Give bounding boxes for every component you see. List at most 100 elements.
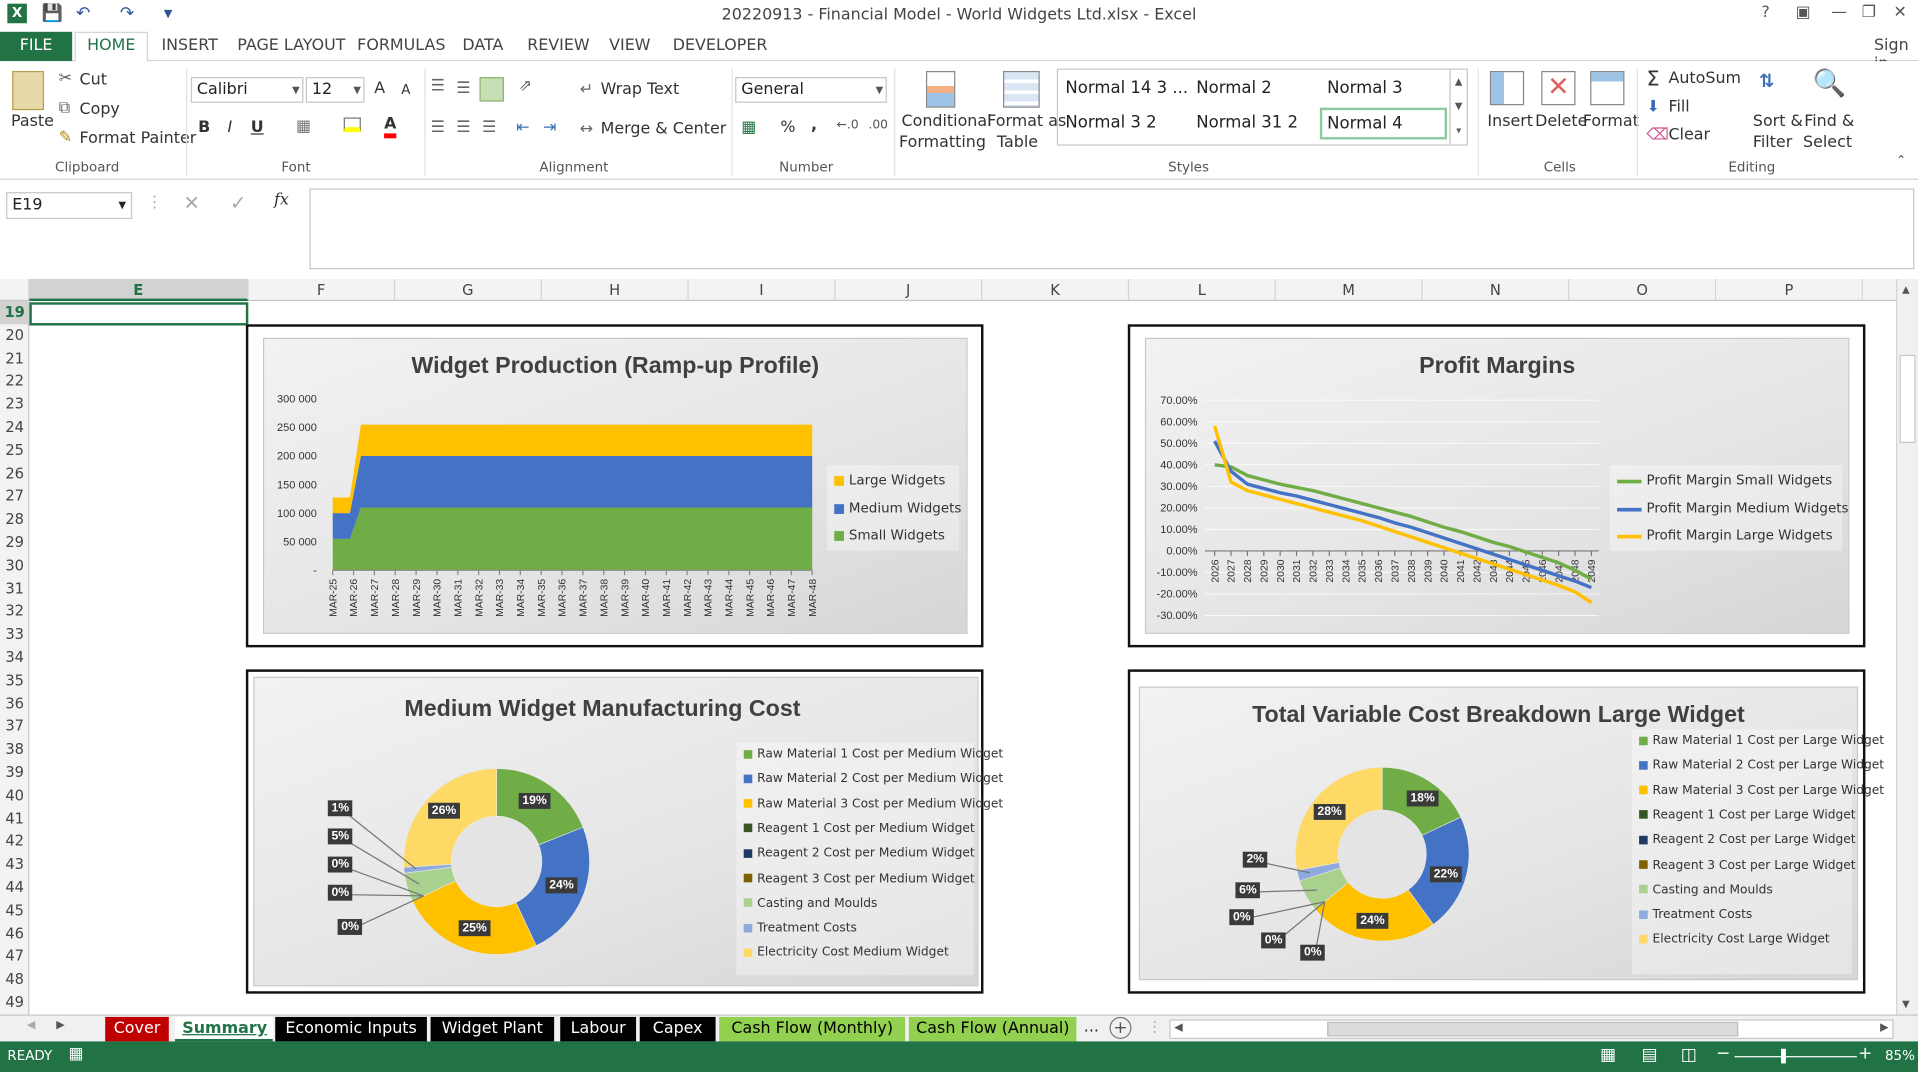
zoom-in-icon[interactable]: +	[1858, 1044, 1872, 1064]
tab-data[interactable]: DATA	[462, 37, 503, 55]
ribbon-display-icon[interactable]: ▣	[1796, 4, 1811, 22]
vertical-scrollbar[interactable]: ▲ ▼	[1895, 279, 1918, 1016]
tab-insert[interactable]: INSERT	[161, 37, 217, 55]
new-sheet-icon[interactable]: +	[1109, 1016, 1132, 1039]
row-header-44[interactable]: 44	[0, 876, 29, 899]
style-normal-3-2[interactable]: Normal 3 2	[1065, 113, 1156, 133]
column-header-h[interactable]: H	[542, 279, 689, 302]
orientation-icon[interactable]: ⇗	[519, 77, 532, 95]
area-series-small-widgets[interactable]	[332, 507, 813, 571]
tab-developer[interactable]: DEVELOPER	[673, 37, 768, 55]
column-header-p[interactable]: P	[1716, 279, 1863, 302]
sheet-tab-cover[interactable]: Cover	[105, 1016, 169, 1042]
percent-button[interactable]: %	[780, 119, 795, 137]
align-center-icon[interactable]: ☰	[456, 119, 470, 137]
delete-cells-icon[interactable]: ✕	[1541, 70, 1576, 106]
tab-view[interactable]: VIEW	[609, 37, 650, 55]
column-header-f[interactable]: F	[248, 279, 396, 302]
row-header-42[interactable]: 42	[0, 830, 29, 853]
style-normal-4[interactable]: Normal 4	[1319, 107, 1448, 140]
row-header-43[interactable]: 43	[0, 853, 29, 876]
horizontal-scrollbar[interactable]: ◀ ▶	[1169, 1019, 1894, 1039]
copy-button[interactable]: Copy	[80, 100, 120, 118]
name-box[interactable]: E19 ▼	[6, 192, 133, 220]
cancel-icon[interactable]: ✕	[183, 191, 199, 214]
sheet-tab-widget-plant[interactable]: Widget Plant	[430, 1016, 555, 1042]
style-normal-31-2[interactable]: Normal 31 2	[1196, 113, 1298, 133]
row-header-49[interactable]: 49	[0, 991, 29, 1014]
insert-function-button[interactable]: fx	[274, 191, 289, 209]
macro-record-icon[interactable]: ▦	[68, 1045, 83, 1063]
fill-button[interactable]: Fill	[1668, 98, 1689, 116]
column-header-l[interactable]: L	[1129, 279, 1276, 302]
comma-button[interactable]: ,	[811, 116, 817, 134]
format-as-table-line2[interactable]: Table	[997, 133, 1038, 151]
zoom-slider[interactable]	[1734, 1056, 1857, 1058]
autosum-button[interactable]: AutoSum	[1668, 70, 1741, 88]
row-header-45[interactable]: 45	[0, 899, 29, 922]
vertical-scroll-thumb[interactable]	[1899, 354, 1916, 443]
zoom-level[interactable]: 85%	[1885, 1048, 1915, 1064]
help-button[interactable]: ?	[1761, 4, 1769, 22]
row-header-21[interactable]: 21	[0, 347, 29, 370]
scroll-tabs-left-icon[interactable]: ◀	[27, 1019, 35, 1031]
fill-icon[interactable]: ⬇	[1646, 98, 1659, 116]
sort-filter-line2[interactable]: Filter	[1753, 133, 1792, 151]
style-normal-3[interactable]: Normal 3	[1327, 78, 1403, 98]
format-button[interactable]: Format	[1583, 113, 1639, 131]
column-header-g[interactable]: G	[395, 279, 542, 302]
row-header-47[interactable]: 47	[0, 945, 29, 968]
selected-cell[interactable]	[29, 302, 249, 326]
conditional-formatting-line1[interactable]: Conditional	[902, 113, 992, 131]
scroll-up-icon[interactable]: ▲	[1902, 284, 1910, 295]
align-right-icon[interactable]: ☰	[482, 119, 496, 137]
sort-filter-line1[interactable]: Sort &	[1753, 113, 1803, 131]
row-header-33[interactable]: 33	[0, 623, 29, 646]
wrap-text-icon[interactable]: ↵	[580, 81, 593, 99]
align-left-icon[interactable]: ☰	[431, 119, 445, 137]
fill-color-icon[interactable]	[343, 117, 361, 133]
tab-formulas[interactable]: FORMULAS	[357, 37, 445, 55]
style-normal-14-3[interactable]: Normal 14 3 ...	[1065, 78, 1188, 98]
style-normal-2[interactable]: Normal 2	[1196, 78, 1272, 98]
row-header-25[interactable]: 25	[0, 439, 29, 462]
increase-indent-icon[interactable]: ⇥	[543, 119, 556, 137]
format-painter-icon[interactable]: ✎	[59, 128, 72, 146]
format-as-table-line1[interactable]: Format as	[987, 113, 1066, 131]
row-header-36[interactable]: 36	[0, 692, 29, 715]
cut-icon[interactable]: ✂	[59, 70, 72, 88]
italic-button[interactable]: I	[228, 119, 233, 137]
scroll-left-icon[interactable]: ◀	[1174, 1022, 1182, 1034]
sheet-tab-labour[interactable]: Labour	[560, 1016, 637, 1042]
restore-icon[interactable]: ❐	[1862, 4, 1876, 22]
underline-button[interactable]: U	[251, 119, 264, 137]
row-header-23[interactable]: 23	[0, 393, 29, 416]
chart-area-medium-cost[interactable]: Medium Widget Manufacturing Cost 19% 24% 2…	[253, 676, 1003, 987]
align-top-icon[interactable]: ☰	[431, 77, 445, 95]
sort-filter-icon[interactable]: ⇅	[1759, 70, 1774, 92]
normal-view-icon[interactable]: ▦	[1600, 1045, 1616, 1065]
format-as-table-icon[interactable]	[1003, 70, 1040, 108]
sheet-tab-capex[interactable]: Capex	[639, 1016, 716, 1042]
row-header-41[interactable]: 41	[0, 807, 29, 830]
column-header-k[interactable]: K	[982, 279, 1130, 302]
increase-decimal-icon[interactable]: ←.0	[837, 119, 859, 132]
column-header-e[interactable]: E	[29, 279, 249, 302]
autosum-icon[interactable]: Σ	[1646, 67, 1659, 91]
row-header-30[interactable]: 30	[0, 554, 29, 577]
number-format-select[interactable]: General ▼	[735, 77, 887, 103]
row-header-29[interactable]: 29	[0, 531, 29, 554]
row-header-37[interactable]: 37	[0, 715, 29, 738]
format-painter-button[interactable]: Format Painter	[80, 130, 197, 148]
minimize-icon[interactable]: —	[1831, 4, 1847, 22]
sheet-tab-cash-flow-monthly[interactable]: Cash Flow (Monthly)	[719, 1016, 906, 1042]
align-middle-icon[interactable]: ☰	[456, 80, 470, 98]
font-size-select[interactable]: 12 ▼	[305, 77, 365, 103]
clear-button[interactable]: Clear	[1668, 126, 1710, 144]
collapse-ribbon-icon[interactable]: ⌃	[1896, 154, 1906, 167]
font-color-button[interactable]: A	[384, 116, 397, 139]
row-header-19[interactable]: 19	[0, 301, 30, 325]
conditional-formatting-line2[interactable]: Formatting	[899, 133, 986, 151]
scroll-right-icon[interactable]: ▶	[1880, 1022, 1888, 1034]
row-header-20[interactable]: 20	[0, 324, 29, 347]
